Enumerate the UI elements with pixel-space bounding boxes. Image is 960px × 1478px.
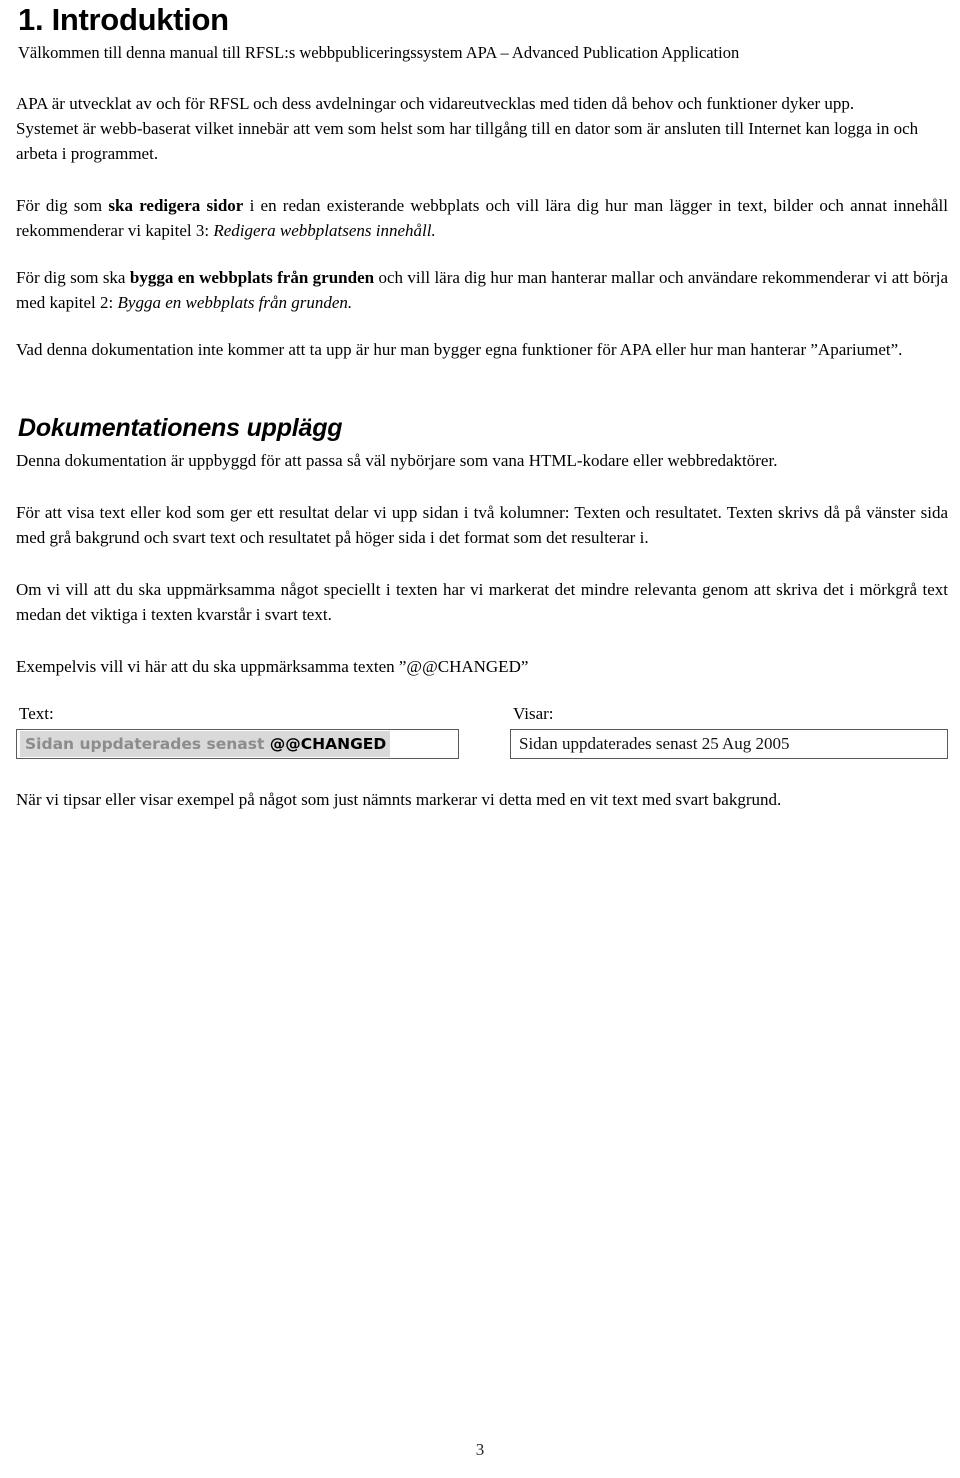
intro-line: Välkommen till denna manual till RFSL:s …	[18, 43, 740, 62]
example-code-highlight-token: @@CHANGED	[269, 735, 387, 753]
paragraph-dark-gray: Om vi vill att du ska uppmärksamma något…	[16, 580, 948, 624]
label-text-column: Text:	[19, 704, 54, 723]
section-title-dokumentationens-upplagg: Dokumentationens upplägg	[18, 414, 343, 442]
label-visar-column: Visar:	[513, 704, 554, 723]
paragraph-example-intro: Exempelvis vill vi här att du ska uppmär…	[16, 657, 529, 676]
build-site-chapter-title: Bygga en webbplats från grunden.	[117, 293, 353, 312]
paragraph-system-webbased: Systemet är webb-baserat vilket innebär …	[16, 119, 919, 163]
page-number: 3	[475, 1440, 485, 1459]
example-label-row: Text: Visar:	[16, 703, 948, 727]
paragraph-apa-developed: APA är utvecklat av och för RFSL och des…	[16, 94, 855, 113]
edit-pages-chapter-title: Redigera webbplatsens innehåll.	[213, 221, 436, 240]
page-title: 1. Introduktion	[18, 2, 229, 37]
paragraph-two-columns: För att visa text eller kod som ger ett …	[16, 503, 948, 547]
example-rendered-text: Sidan uppdaterades senast 25 Aug 2005	[519, 734, 790, 753]
example-boxes-row: Sidan uppdaterades senast @@CHANGED Sida…	[16, 729, 948, 761]
edit-pages-bold: ska redigera sidor	[108, 196, 244, 215]
example-code-dim-text: Sidan uppdaterades senast	[25, 735, 270, 753]
example-two-column-block: Text: Visar: Sidan uppdaterades senast @…	[16, 703, 948, 761]
example-result-box: Sidan uppdaterades senast 25 Aug 2005	[510, 729, 948, 759]
example-code-snippet: Sidan uppdaterades senast @@CHANGED	[20, 731, 391, 757]
document-page: 1. Introduktion Välkommen till denna man…	[0, 3, 960, 1478]
build-site-bold: bygga en webbplats från grunden	[129, 268, 375, 287]
paragraph-white-on-black: När vi tipsar eller visar exempel på någ…	[16, 790, 782, 809]
paragraph-not-covered: Vad denna dokumentation inte kommer att …	[16, 340, 903, 359]
paragraph-build-site: För dig som ska bygga en webbplats från …	[16, 265, 948, 315]
build-site-pre: För dig som ska	[16, 268, 130, 287]
example-code-box: Sidan uppdaterades senast @@CHANGED	[16, 729, 459, 759]
paragraph-edit-pages: För dig som ska redigera sidor i en reda…	[16, 193, 948, 243]
edit-pages-pre: För dig som	[16, 196, 109, 215]
paragraph-built-for: Denna dokumentation är uppbyggd för att …	[16, 451, 778, 470]
